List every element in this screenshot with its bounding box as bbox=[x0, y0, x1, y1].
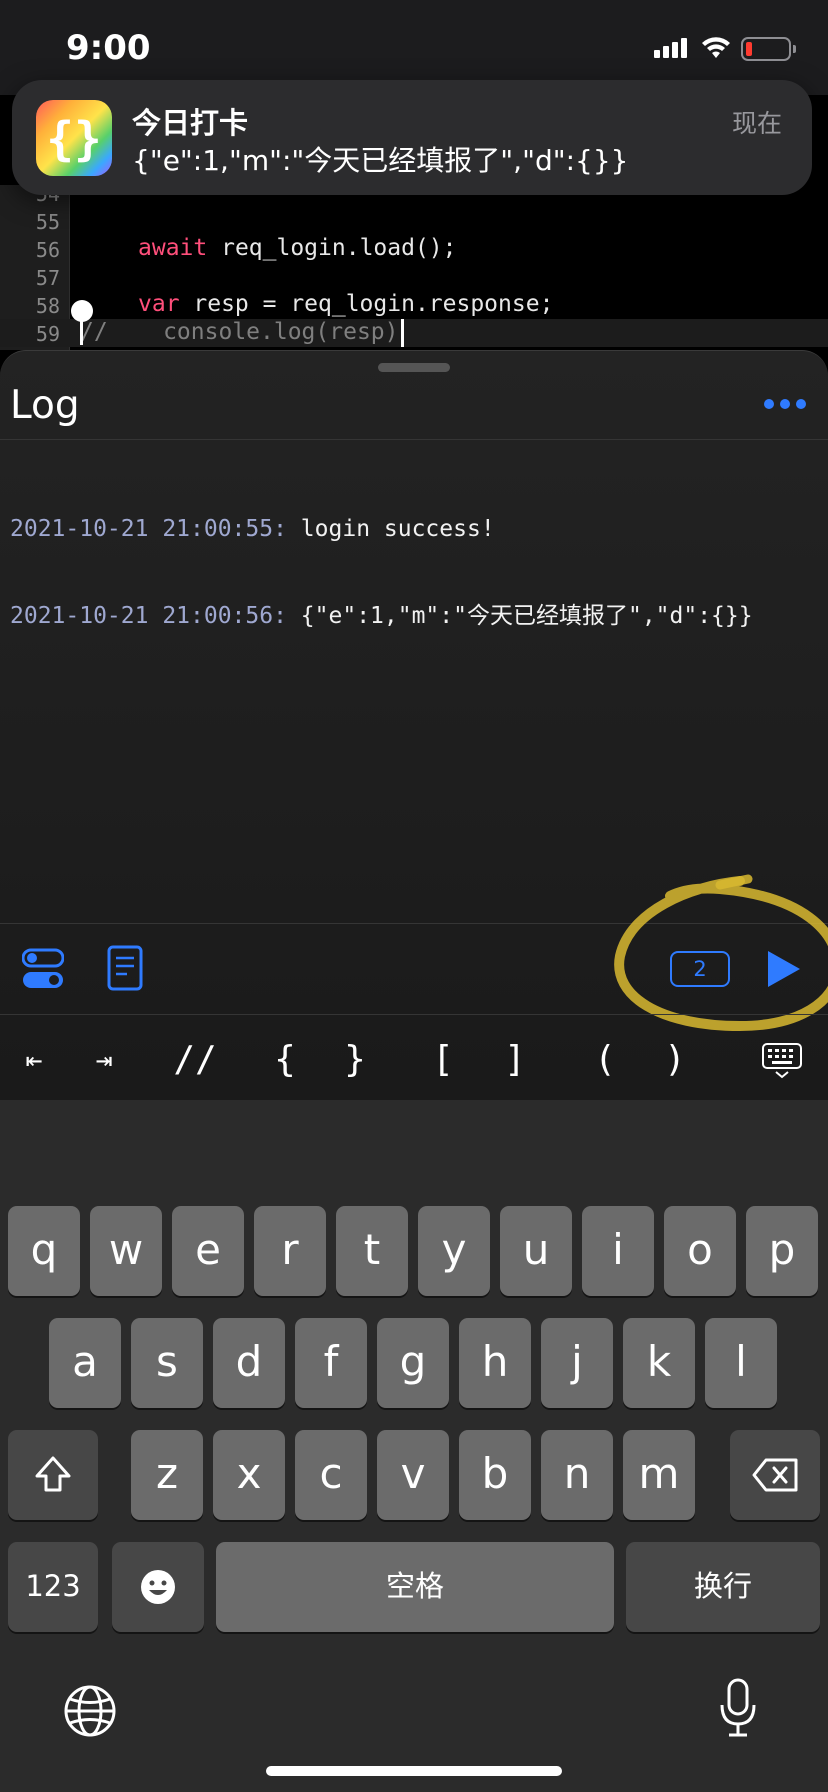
code-line[interactable]: 58 var resp = req_login.response; bbox=[0, 291, 828, 319]
accessory-key-row: ⇤ ⇥ // { } [ ] ( ) bbox=[0, 1021, 828, 1099]
key-z[interactable]: z bbox=[131, 1430, 203, 1520]
notification-banner[interactable]: {} 今日打卡 {"e":1,"m":"今天已经填报了","d":{}} 现在 bbox=[12, 80, 812, 195]
key-x[interactable]: x bbox=[213, 1430, 285, 1520]
key-q[interactable]: q bbox=[8, 1206, 80, 1296]
log-entry: 2021-10-21 21:00:55: login success! bbox=[10, 515, 753, 544]
code-line[interactable]: 57 bbox=[0, 263, 828, 291]
accessory-key-brace-close[interactable]: } bbox=[338, 1021, 372, 1099]
divider bbox=[0, 439, 828, 440]
log-title: Log bbox=[10, 383, 80, 428]
line-number: 55 bbox=[35, 210, 60, 234]
line-number: 56 bbox=[35, 238, 60, 262]
delete-key[interactable] bbox=[730, 1430, 820, 1520]
accessory-key-paren-open[interactable]: ( bbox=[588, 1021, 622, 1099]
code-rest: req_login.load(); bbox=[207, 235, 457, 261]
run-count-badge[interactable]: 2 bbox=[670, 951, 730, 987]
accessory-key-indent[interactable]: ⇥ bbox=[84, 1021, 124, 1099]
accessory-key-bracket-open[interactable]: [ bbox=[426, 1021, 460, 1099]
code-line[interactable]: 55 bbox=[0, 207, 828, 235]
key-r[interactable]: r bbox=[254, 1206, 326, 1296]
code-text: // console.log(resp) bbox=[80, 319, 404, 347]
space-key[interactable]: 空格 bbox=[216, 1542, 614, 1632]
line-number: 58 bbox=[35, 294, 60, 318]
accessory-key-outdent[interactable]: ⇤ bbox=[14, 1021, 54, 1099]
key-m[interactable]: m bbox=[623, 1430, 695, 1520]
keyboard-dismiss-icon[interactable] bbox=[762, 1043, 802, 1079]
key-e[interactable]: e bbox=[172, 1206, 244, 1296]
document-icon[interactable] bbox=[107, 945, 143, 991]
accessory-key-brace-open[interactable]: { bbox=[268, 1021, 302, 1099]
code-line[interactable]: 56 await req_login.load(); bbox=[0, 235, 828, 263]
code-text: await req_login.load(); bbox=[138, 235, 457, 261]
key-a[interactable]: a bbox=[49, 1318, 121, 1408]
code-text: var resp = req_login.response; bbox=[138, 291, 553, 317]
key-i[interactable]: i bbox=[582, 1206, 654, 1296]
log-panel: Log 2021-10-21 21:00:55: login success! … bbox=[0, 350, 828, 1100]
selection-handle-bar bbox=[80, 317, 83, 345]
battery-icon bbox=[741, 37, 796, 61]
code-comment: // console.log(resp) bbox=[80, 319, 399, 345]
code-editor[interactable]: 54 55 56 await req_login.load(); 57 58 v… bbox=[0, 185, 828, 350]
notification-time: 现在 bbox=[731, 109, 782, 138]
code-keyword: await bbox=[138, 235, 208, 261]
log-message: {"e":1,"m":"今天已经填报了","d":{}} bbox=[286, 603, 753, 629]
shift-key[interactable] bbox=[8, 1430, 98, 1520]
return-key[interactable]: 换行 bbox=[626, 1542, 820, 1632]
cellular-signal-icon bbox=[654, 38, 688, 58]
wifi-icon bbox=[702, 37, 730, 58]
text-cursor bbox=[400, 319, 404, 347]
line-number: 59 bbox=[35, 322, 60, 346]
status-time: 9:00 bbox=[66, 28, 151, 68]
key-f[interactable]: f bbox=[295, 1318, 367, 1408]
key-c[interactable]: c bbox=[295, 1430, 367, 1520]
curly-braces-rainbow-icon: {} bbox=[36, 100, 112, 176]
software-keyboard: q w e r t y u i o p a s d f g h j k l z … bbox=[0, 1100, 828, 1792]
key-g[interactable]: g bbox=[377, 1318, 449, 1408]
home-indicator[interactable] bbox=[266, 1766, 562, 1776]
emoji-icon bbox=[141, 1570, 175, 1604]
sheet-grabber[interactable] bbox=[378, 363, 450, 372]
globe-icon[interactable] bbox=[63, 1684, 117, 1738]
numbers-key[interactable]: 123 bbox=[8, 1542, 98, 1632]
divider bbox=[0, 923, 828, 924]
notification-title: 今日打卡 bbox=[132, 106, 249, 140]
log-timestamp: 2021-10-21 21:00:55: bbox=[10, 516, 287, 542]
key-h[interactable]: h bbox=[459, 1318, 531, 1408]
emoji-key[interactable] bbox=[112, 1542, 204, 1632]
play-icon[interactable] bbox=[766, 949, 802, 989]
key-t[interactable]: t bbox=[336, 1206, 408, 1296]
svg-text:{}: {} bbox=[46, 112, 101, 166]
key-n[interactable]: n bbox=[541, 1430, 613, 1520]
key-s[interactable]: s bbox=[131, 1318, 203, 1408]
key-u[interactable]: u bbox=[500, 1206, 572, 1296]
log-timestamp: 2021-10-21 21:00:56: bbox=[10, 603, 287, 629]
key-o[interactable]: o bbox=[664, 1206, 736, 1296]
key-j[interactable]: j bbox=[541, 1318, 613, 1408]
key-p[interactable]: p bbox=[746, 1206, 818, 1296]
code-keyword: var bbox=[138, 291, 180, 317]
toggles-icon[interactable] bbox=[22, 947, 64, 991]
key-b[interactable]: b bbox=[459, 1430, 531, 1520]
log-output: 2021-10-21 21:00:55: login success! 2021… bbox=[10, 457, 753, 689]
key-d[interactable]: d bbox=[213, 1318, 285, 1408]
notification-body: {"e":1,"m":"今天已经填报了","d":{}} bbox=[132, 144, 629, 177]
key-k[interactable]: k bbox=[623, 1318, 695, 1408]
key-w[interactable]: w bbox=[90, 1206, 162, 1296]
line-number: 57 bbox=[35, 266, 60, 290]
key-y[interactable]: y bbox=[418, 1206, 490, 1296]
log-entry: 2021-10-21 21:00:56: {"e":1,"m":"今天已经填报了… bbox=[10, 602, 753, 631]
divider bbox=[0, 1014, 828, 1015]
log-message: login success! bbox=[286, 516, 495, 542]
accessory-key-paren-close[interactable]: ) bbox=[658, 1021, 692, 1099]
shift-icon bbox=[35, 1456, 71, 1492]
key-l[interactable]: l bbox=[705, 1318, 777, 1408]
key-v[interactable]: v bbox=[377, 1430, 449, 1520]
code-rest: resp = req_login.response; bbox=[179, 291, 554, 317]
accessory-key-bracket-close[interactable]: ] bbox=[498, 1021, 532, 1099]
code-line-current[interactable]: 59 // console.log(resp) bbox=[0, 319, 828, 347]
delete-icon bbox=[752, 1458, 798, 1492]
microphone-icon[interactable] bbox=[719, 1678, 757, 1738]
ellipsis-icon[interactable] bbox=[764, 399, 806, 411]
accessory-key-comment[interactable]: // bbox=[170, 1021, 220, 1099]
